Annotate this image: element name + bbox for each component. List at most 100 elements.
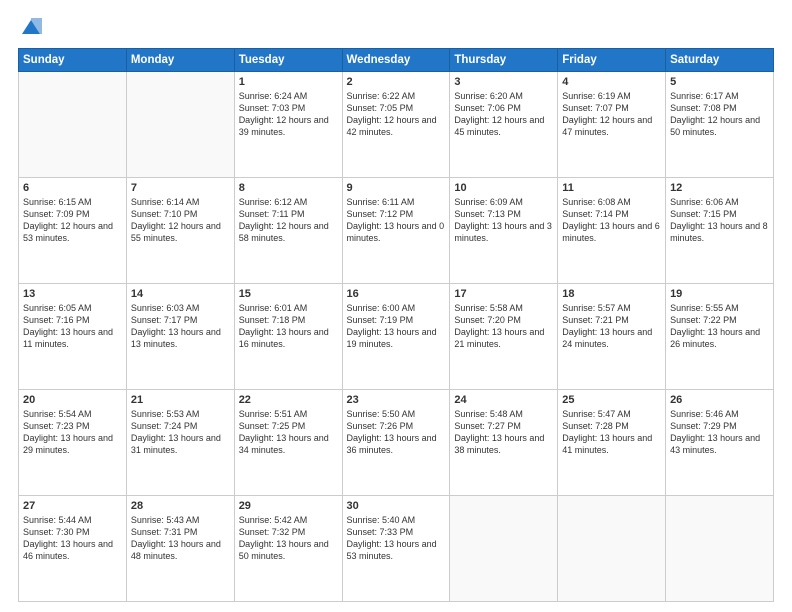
calendar-cell: 2 Sunrise: 6:22 AM Sunset: 7:05 PM Daylig… <box>342 72 450 178</box>
calendar-cell: 29 Sunrise: 5:42 AM Sunset: 7:32 PM Dayli… <box>234 496 342 602</box>
day-number: 4 <box>562 76 661 88</box>
page: SundayMondayTuesdayWednesdayThursdayFrid… <box>0 0 792 612</box>
day-number: 21 <box>131 394 230 406</box>
day-number: 30 <box>347 500 446 512</box>
calendar-cell: 28 Sunrise: 5:43 AM Sunset: 7:31 PM Dayli… <box>126 496 234 602</box>
day-info: Sunrise: 6:11 AM Sunset: 7:12 PM Dayligh… <box>347 196 446 245</box>
calendar-header-friday: Friday <box>558 49 666 72</box>
calendar-cell: 3 Sunrise: 6:20 AM Sunset: 7:06 PM Daylig… <box>450 72 558 178</box>
calendar-cell <box>19 72 127 178</box>
day-info: Sunrise: 5:50 AM Sunset: 7:26 PM Dayligh… <box>347 408 446 457</box>
calendar-cell <box>666 496 774 602</box>
day-number: 18 <box>562 288 661 300</box>
calendar-cell <box>126 72 234 178</box>
day-number: 19 <box>670 288 769 300</box>
calendar-header-saturday: Saturday <box>666 49 774 72</box>
day-number: 24 <box>454 394 553 406</box>
day-number: 6 <box>23 182 122 194</box>
calendar-cell: 22Sunrise: 5:51 AM Sunset: 7:25 PM Dayli… <box>234 390 342 496</box>
calendar-cell: 10 Sunrise: 6:09 AM Sunset: 7:13 PM Dayli… <box>450 178 558 284</box>
day-info: Sunrise: 5:54 AM Sunset: 7:23 PM Dayligh… <box>23 408 122 457</box>
day-number: 28 <box>131 500 230 512</box>
calendar-cell: 17 Sunrise: 5:58 AM Sunset: 7:20 PM Dayli… <box>450 284 558 390</box>
calendar-header-sunday: Sunday <box>19 49 127 72</box>
calendar-cell: 30 Sunrise: 5:40 AM Sunset: 7:33 PM Dayli… <box>342 496 450 602</box>
day-info: Sunrise: 6:09 AM Sunset: 7:13 PM Dayligh… <box>454 196 553 245</box>
calendar-cell: 19 Sunrise: 5:55 AM Sunset: 7:22 PM Dayli… <box>666 284 774 390</box>
calendar-week-3: 13 Sunrise: 6:05 AM Sunset: 7:16 PM Dayli… <box>19 284 774 390</box>
calendar-cell: 4 Sunrise: 6:19 AM Sunset: 7:07 PM Daylig… <box>558 72 666 178</box>
calendar-cell: 13 Sunrise: 6:05 AM Sunset: 7:16 PM Dayli… <box>19 284 127 390</box>
calendar-header-row: SundayMondayTuesdayWednesdayThursdayFrid… <box>19 49 774 72</box>
calendar-week-4: 20 Sunrise: 5:54 AM Sunset: 7:23 PM Dayli… <box>19 390 774 496</box>
day-info: Sunrise: 6:08 AM Sunset: 7:14 PM Dayligh… <box>562 196 661 245</box>
calendar-cell: 15 Sunrise: 6:01 AM Sunset: 7:18 PM Dayli… <box>234 284 342 390</box>
calendar-cell: 26Sunrise: 5:46 AM Sunset: 7:29 PM Dayli… <box>666 390 774 496</box>
day-info: Sunrise: 5:40 AM Sunset: 7:33 PM Dayligh… <box>347 514 446 563</box>
calendar-cell: 25Sunrise: 5:47 AM Sunset: 7:28 PM Dayli… <box>558 390 666 496</box>
day-number: 12 <box>670 182 769 194</box>
calendar-cell: 1 Sunrise: 6:24 AM Sunset: 7:03 PM Daylig… <box>234 72 342 178</box>
day-number: 20 <box>23 394 122 406</box>
calendar-cell: 7Sunrise: 6:14 AM Sunset: 7:10 PM Daylig… <box>126 178 234 284</box>
calendar-cell: 11 Sunrise: 6:08 AM Sunset: 7:14 PM Dayli… <box>558 178 666 284</box>
day-number: 27 <box>23 500 122 512</box>
day-info: Sunrise: 5:46 AM Sunset: 7:29 PM Dayligh… <box>670 408 769 457</box>
day-number: 25 <box>562 394 661 406</box>
day-info: Sunrise: 6:24 AM Sunset: 7:03 PM Dayligh… <box>239 90 338 139</box>
calendar-table: SundayMondayTuesdayWednesdayThursdayFrid… <box>18 48 774 602</box>
calendar-week-1: 1 Sunrise: 6:24 AM Sunset: 7:03 PM Daylig… <box>19 72 774 178</box>
day-info: Sunrise: 6:06 AM Sunset: 7:15 PM Dayligh… <box>670 196 769 245</box>
day-info: Sunrise: 5:48 AM Sunset: 7:27 PM Dayligh… <box>454 408 553 457</box>
calendar-cell: 12 Sunrise: 6:06 AM Sunset: 7:15 PM Dayli… <box>666 178 774 284</box>
day-number: 23 <box>347 394 446 406</box>
logo-icon <box>20 16 42 38</box>
day-info: Sunrise: 6:12 AM Sunset: 7:11 PM Dayligh… <box>239 196 338 245</box>
day-info: Sunrise: 5:57 AM Sunset: 7:21 PM Dayligh… <box>562 302 661 351</box>
calendar-cell: 20 Sunrise: 5:54 AM Sunset: 7:23 PM Dayli… <box>19 390 127 496</box>
calendar-header-thursday: Thursday <box>450 49 558 72</box>
day-number: 29 <box>239 500 338 512</box>
day-number: 11 <box>562 182 661 194</box>
calendar-cell: 6 Sunrise: 6:15 AM Sunset: 7:09 PM Daylig… <box>19 178 127 284</box>
logo <box>18 16 42 38</box>
calendar-cell: 14Sunrise: 6:03 AM Sunset: 7:17 PM Dayli… <box>126 284 234 390</box>
calendar-cell: 9 Sunrise: 6:11 AM Sunset: 7:12 PM Daylig… <box>342 178 450 284</box>
day-info: Sunrise: 6:19 AM Sunset: 7:07 PM Dayligh… <box>562 90 661 139</box>
day-number: 10 <box>454 182 553 194</box>
day-number: 13 <box>23 288 122 300</box>
calendar-header-wednesday: Wednesday <box>342 49 450 72</box>
day-info: Sunrise: 6:03 AM Sunset: 7:17 PM Dayligh… <box>131 302 230 351</box>
calendar-cell <box>450 496 558 602</box>
day-info: Sunrise: 6:20 AM Sunset: 7:06 PM Dayligh… <box>454 90 553 139</box>
calendar-header-tuesday: Tuesday <box>234 49 342 72</box>
day-number: 22 <box>239 394 338 406</box>
day-info: Sunrise: 5:53 AM Sunset: 7:24 PM Dayligh… <box>131 408 230 457</box>
day-info: Sunrise: 6:15 AM Sunset: 7:09 PM Dayligh… <box>23 196 122 245</box>
day-number: 9 <box>347 182 446 194</box>
day-info: Sunrise: 5:58 AM Sunset: 7:20 PM Dayligh… <box>454 302 553 351</box>
calendar-week-5: 27Sunrise: 5:44 AM Sunset: 7:30 PM Dayli… <box>19 496 774 602</box>
day-number: 17 <box>454 288 553 300</box>
calendar-header-monday: Monday <box>126 49 234 72</box>
day-number: 8 <box>239 182 338 194</box>
day-number: 2 <box>347 76 446 88</box>
day-number: 15 <box>239 288 338 300</box>
day-number: 5 <box>670 76 769 88</box>
day-info: Sunrise: 5:55 AM Sunset: 7:22 PM Dayligh… <box>670 302 769 351</box>
day-number: 16 <box>347 288 446 300</box>
day-info: Sunrise: 6:01 AM Sunset: 7:18 PM Dayligh… <box>239 302 338 351</box>
calendar-cell: 5 Sunrise: 6:17 AM Sunset: 7:08 PM Daylig… <box>666 72 774 178</box>
day-info: Sunrise: 6:17 AM Sunset: 7:08 PM Dayligh… <box>670 90 769 139</box>
day-info: Sunrise: 6:22 AM Sunset: 7:05 PM Dayligh… <box>347 90 446 139</box>
day-number: 3 <box>454 76 553 88</box>
day-number: 1 <box>239 76 338 88</box>
day-info: Sunrise: 6:14 AM Sunset: 7:10 PM Dayligh… <box>131 196 230 245</box>
day-info: Sunrise: 5:42 AM Sunset: 7:32 PM Dayligh… <box>239 514 338 563</box>
calendar-cell: 27Sunrise: 5:44 AM Sunset: 7:30 PM Dayli… <box>19 496 127 602</box>
day-info: Sunrise: 6:05 AM Sunset: 7:16 PM Dayligh… <box>23 302 122 351</box>
day-info: Sunrise: 5:43 AM Sunset: 7:31 PM Dayligh… <box>131 514 230 563</box>
day-info: Sunrise: 6:00 AM Sunset: 7:19 PM Dayligh… <box>347 302 446 351</box>
header <box>18 16 774 38</box>
calendar-cell: 8 Sunrise: 6:12 AM Sunset: 7:11 PM Daylig… <box>234 178 342 284</box>
